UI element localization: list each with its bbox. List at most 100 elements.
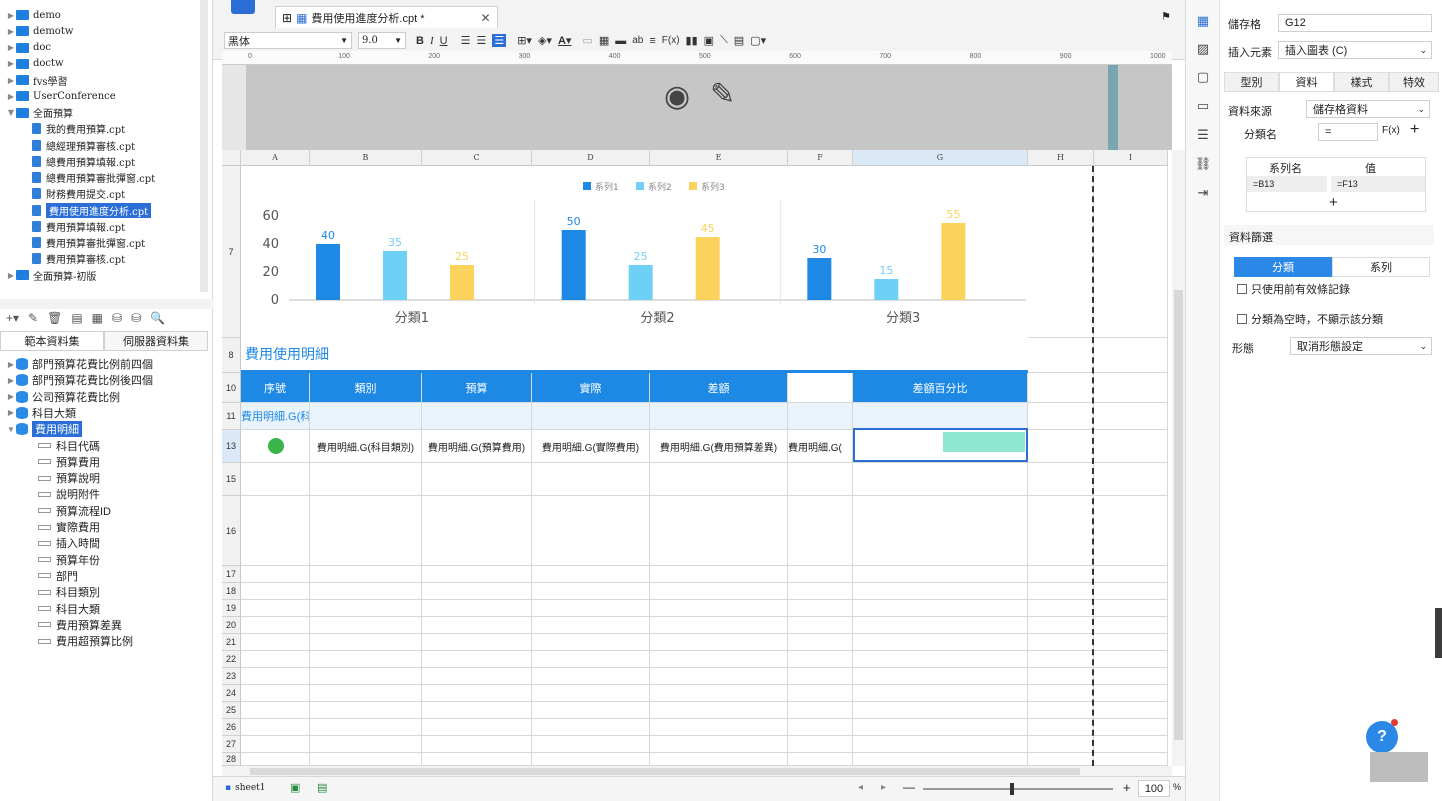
grid-cell[interactable] xyxy=(1028,496,1094,566)
grid-cell[interactable] xyxy=(422,668,532,685)
tree-item[interactable]: 總費用預算填報.cpt xyxy=(32,153,135,169)
grid-cell[interactable] xyxy=(241,463,310,496)
grid-cell[interactable] xyxy=(310,600,422,617)
side-handle[interactable] xyxy=(1435,608,1442,658)
group-cell[interactable] xyxy=(788,403,853,430)
sheet-vertical-scrollbar[interactable] xyxy=(1172,150,1185,766)
group-cell[interactable] xyxy=(650,403,788,430)
group-cell[interactable] xyxy=(853,403,1028,430)
data-cell[interactable]: 費用明細.G(實際費用) xyxy=(532,430,650,463)
tab-effects[interactable]: 特效 xyxy=(1389,72,1439,92)
subreport-icon[interactable]: ▤ xyxy=(734,34,744,47)
grid-cell[interactable] xyxy=(532,463,650,496)
collapsed-icon[interactable]: ▶ xyxy=(6,360,16,369)
collapsed-icon[interactable]: ▶ xyxy=(6,11,16,20)
export-icon[interactable]: ⇥ xyxy=(1194,184,1212,202)
grid-cell[interactable] xyxy=(532,719,650,736)
grid-cell[interactable] xyxy=(310,651,422,668)
grid-cell[interactable] xyxy=(788,617,853,634)
bold-icon[interactable]: B xyxy=(416,35,424,47)
dataset-item[interactable]: 預算年份 xyxy=(38,552,100,568)
grid-cell[interactable] xyxy=(1028,685,1094,702)
grid-cell[interactable] xyxy=(310,685,422,702)
grid-cell[interactable] xyxy=(532,617,650,634)
border-icon[interactable]: ⊞▾ xyxy=(517,34,532,47)
group-cell[interactable] xyxy=(422,403,532,430)
grid-cell[interactable] xyxy=(422,600,532,617)
collapsed-icon[interactable]: ▶ xyxy=(6,408,16,417)
dataset-item[interactable]: 費用超預算比例 xyxy=(38,633,133,649)
grid-cell[interactable] xyxy=(853,617,1028,634)
row-header[interactable]: 19 xyxy=(222,600,241,617)
grid-cell[interactable] xyxy=(310,583,422,600)
grid-cell[interactable] xyxy=(788,583,853,600)
grid-cell[interactable] xyxy=(1094,496,1168,566)
text-icon[interactable]: ab xyxy=(632,35,643,46)
grid-cell[interactable] xyxy=(650,496,788,566)
row-header[interactable]: 20 xyxy=(222,617,241,634)
dataset-item[interactable]: 費用預算差異 xyxy=(38,617,122,633)
condition-icon[interactable]: ▭ xyxy=(1194,97,1212,115)
scroll-thumb[interactable] xyxy=(1174,290,1183,740)
tree-item[interactable]: ▶ fvs學習 xyxy=(6,72,67,88)
tree-item[interactable]: ▶ demotw xyxy=(6,23,73,39)
grid-cell[interactable] xyxy=(1028,463,1094,496)
grid-cell[interactable] xyxy=(1028,634,1094,651)
grid-cell[interactable] xyxy=(1094,463,1168,496)
list-icon[interactable]: ☰ xyxy=(1194,126,1212,144)
data-cell[interactable]: 費用明細.G( xyxy=(788,430,853,463)
grid-cell[interactable] xyxy=(241,753,310,766)
grid-cell[interactable] xyxy=(788,668,853,685)
next-icon[interactable]: ▸ xyxy=(881,782,886,793)
grid-cell[interactable] xyxy=(1094,736,1168,753)
sheet-tab[interactable]: ▪ sheet1 xyxy=(225,780,266,796)
grid-cell[interactable] xyxy=(532,736,650,753)
grid-cell[interactable] xyxy=(1094,668,1168,685)
table-header-cell[interactable]: 差額百分比 xyxy=(853,373,1028,403)
grid-cell[interactable] xyxy=(650,651,788,668)
grid-cell[interactable] xyxy=(422,583,532,600)
column-header[interactable]: B xyxy=(310,150,422,166)
table-header-cell[interactable]: 序號 xyxy=(241,373,310,403)
grid-cell[interactable] xyxy=(532,685,650,702)
table-header-cell[interactable]: 差額 xyxy=(650,373,788,403)
checkbox[interactable] xyxy=(1237,314,1247,324)
series-name-cell[interactable]: =B13 xyxy=(1247,176,1327,192)
grid-cell[interactable] xyxy=(532,600,650,617)
insert-cell-icon[interactable]: ▬ xyxy=(615,35,626,47)
merge-icon[interactable]: ▭ xyxy=(582,34,592,47)
dataset-item[interactable]: 科目大類 xyxy=(38,601,100,617)
row-header[interactable]: 16 xyxy=(222,496,241,566)
zoom-in-icon[interactable]: + xyxy=(1123,780,1131,795)
column-header[interactable]: C xyxy=(422,150,532,166)
font-size-select[interactable]: 9.0 ▼ xyxy=(358,32,406,49)
grid-cell[interactable] xyxy=(650,600,788,617)
grid-cell[interactable] xyxy=(1094,338,1168,373)
grid-cell[interactable] xyxy=(1094,634,1168,651)
expanded-icon[interactable]: ▼ xyxy=(6,425,16,434)
dataset-item[interactable]: 實際費用 xyxy=(38,519,100,535)
grid-cell[interactable] xyxy=(310,566,422,583)
table-header-cell[interactable]: 類別 xyxy=(310,373,422,403)
image-icon[interactable]: ▣ xyxy=(704,34,714,47)
row-header[interactable]: 25 xyxy=(222,702,241,719)
grid-cell[interactable] xyxy=(650,617,788,634)
grid-cell[interactable] xyxy=(422,651,532,668)
source-select[interactable]: 儲存格資料 ⌄ xyxy=(1306,100,1430,118)
grid-cell[interactable] xyxy=(422,753,532,766)
dataset-item[interactable]: 預算流程ID xyxy=(38,503,111,519)
zoom-thumb[interactable] xyxy=(1010,783,1014,795)
grid-cell[interactable] xyxy=(310,736,422,753)
media-controls[interactable] xyxy=(1370,752,1428,782)
param-icon[interactable]: ▦ xyxy=(92,311,103,325)
grid-cell[interactable] xyxy=(1094,166,1168,338)
group-cell[interactable]: 費用明細.G(科目大類) xyxy=(241,403,310,430)
tab-template-dataset[interactable]: 範本資料集 xyxy=(0,331,104,351)
add-icon[interactable]: + xyxy=(1410,121,1419,139)
edit-icon[interactable]: ✎ xyxy=(28,311,38,325)
row-header[interactable]: 8 xyxy=(222,338,241,373)
category-input[interactable]: = xyxy=(1318,123,1378,141)
row-header[interactable]: 10 xyxy=(222,373,241,403)
grid-cell[interactable] xyxy=(788,736,853,753)
tab-type[interactable]: 型別 xyxy=(1224,72,1279,92)
